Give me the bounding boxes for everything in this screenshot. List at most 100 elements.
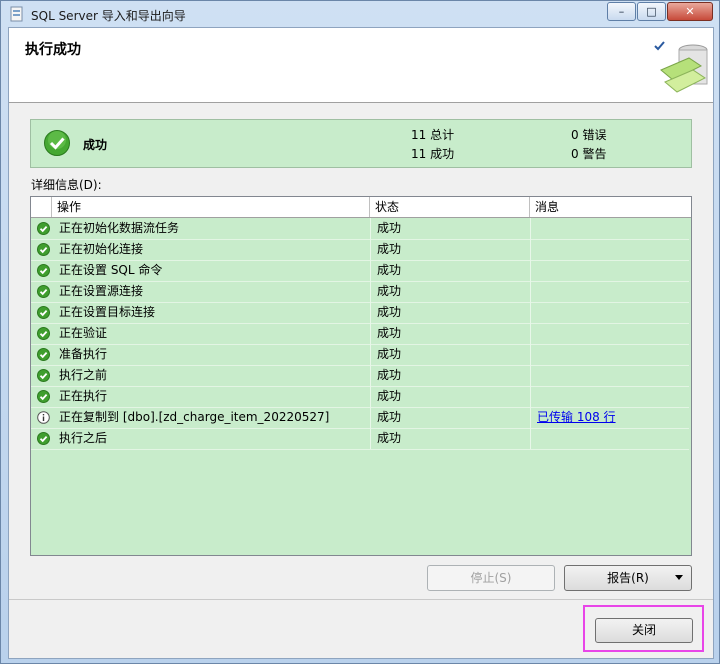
- close-window-button[interactable]: ✕: [667, 2, 713, 21]
- column-separator: [530, 407, 531, 428]
- page-title: 执行成功: [25, 42, 81, 58]
- close-icon: ✕: [685, 5, 695, 18]
- status-cell: 成功: [377, 386, 527, 407]
- status-cell-text: 成功: [377, 410, 402, 424]
- column-separator: [370, 386, 371, 407]
- table-row[interactable]: 正在复制到 [dbo].[zd_charge_item_20220527] 成功 已…: [31, 407, 689, 429]
- status-cell-text: 成功: [377, 389, 402, 403]
- column-separator: [370, 218, 371, 239]
- column-separator: [370, 344, 371, 365]
- stop-button[interactable]: 停止(S): [427, 565, 555, 591]
- operation-cell: 执行之前: [58, 365, 369, 386]
- success-icon: [34, 428, 52, 449]
- success-icon: [34, 344, 52, 365]
- message-column-header[interactable]: 消息: [530, 197, 690, 217]
- table-row[interactable]: 正在初始化数据流任务 成功: [31, 218, 689, 240]
- operation-cell-text: 正在设置 SQL 命令: [59, 263, 163, 277]
- wizard-window: SQL Server 导入和导出向导 – □ ✕ 执行成功 成功 11 总计 1…: [0, 0, 720, 664]
- status-column-header[interactable]: 状态: [370, 197, 530, 217]
- status-cell: 成功: [377, 407, 527, 428]
- warning-count: 0 警告: [571, 147, 607, 161]
- status-cell: 成功: [377, 302, 527, 323]
- success-icon: [34, 218, 52, 239]
- success-icon: [34, 302, 52, 323]
- status-cell-text: 成功: [377, 326, 402, 340]
- op-column-header[interactable]: 操作: [52, 197, 370, 217]
- column-separator: [370, 323, 371, 344]
- column-separator: [530, 386, 531, 407]
- operation-cell: 正在复制到 [dbo].[zd_charge_item_20220527]: [58, 407, 369, 428]
- column-separator: [370, 239, 371, 260]
- message-cell: [537, 323, 687, 344]
- caption-buttons: – □ ✕: [606, 2, 713, 21]
- column-separator: [530, 428, 531, 449]
- table-row[interactable]: 正在执行 成功: [31, 386, 689, 408]
- operation-cell: 正在设置目标连接: [58, 302, 369, 323]
- message-cell: [537, 365, 687, 386]
- table-row[interactable]: 准备执行 成功: [31, 344, 689, 366]
- table-row[interactable]: 正在验证 成功: [31, 323, 689, 345]
- icon-column-header[interactable]: [31, 197, 52, 217]
- column-separator: [370, 281, 371, 302]
- message-cell: [537, 386, 687, 407]
- status-cell: 成功: [377, 428, 527, 449]
- app-icon: [10, 6, 23, 22]
- status-cell: 成功: [377, 365, 527, 386]
- message-cell: [537, 239, 687, 260]
- operation-cell: 正在执行: [58, 386, 369, 407]
- column-separator: [370, 365, 371, 386]
- success-icon: [34, 239, 52, 260]
- success-icon: [34, 260, 52, 281]
- details-grid[interactable]: 操作 状态 消息 正在初始化数据流任务 成功 正在初始化连接 成功 正在设置 SQL 命…: [30, 196, 692, 556]
- footer-divider: [9, 599, 713, 600]
- transferred-rows-link[interactable]: 已传输 108 行: [537, 410, 616, 424]
- column-separator: [530, 344, 531, 365]
- table-row[interactable]: 正在初始化连接 成功: [31, 239, 689, 261]
- details-label: 详细信息(D):: [31, 178, 102, 192]
- message-cell: [537, 260, 687, 281]
- error-count: 0 错误: [571, 128, 607, 142]
- table-row[interactable]: 正在设置 SQL 命令 成功: [31, 260, 689, 282]
- table-row[interactable]: 正在设置源连接 成功: [31, 281, 689, 303]
- operation-cell: 执行之后: [58, 428, 369, 449]
- maximize-button[interactable]: □: [637, 2, 666, 21]
- status-cell: 成功: [377, 344, 527, 365]
- report-button[interactable]: 报告(R): [564, 565, 692, 591]
- summary-status: 成功: [83, 138, 108, 152]
- table-row[interactable]: 执行之前 成功: [31, 365, 689, 387]
- window-title: SQL Server 导入和导出向导: [31, 9, 186, 23]
- table-row[interactable]: 执行之后 成功: [31, 428, 689, 450]
- column-separator: [370, 260, 371, 281]
- status-cell-text: 成功: [377, 431, 402, 445]
- total-count: 11 总计: [411, 128, 455, 142]
- status-cell: 成功: [377, 281, 527, 302]
- success-check-icon: [44, 130, 70, 156]
- success-icon: [34, 365, 52, 386]
- message-cell: 已传输 108 行: [537, 407, 687, 428]
- operation-cell-text: 正在初始化连接: [59, 242, 144, 256]
- dropdown-arrow-icon: [675, 575, 683, 580]
- minimize-icon: –: [618, 5, 625, 18]
- table-row[interactable]: 正在设置目标连接 成功: [31, 302, 689, 324]
- success-icon: [34, 281, 52, 302]
- title-bar[interactable]: SQL Server 导入和导出向导 – □ ✕: [1, 1, 719, 27]
- page-header: 执行成功: [9, 28, 713, 103]
- status-cell-text: 成功: [377, 221, 402, 235]
- column-separator: [370, 407, 371, 428]
- message-cell: [537, 281, 687, 302]
- success-count: 11 成功: [411, 147, 455, 161]
- column-separator: [530, 260, 531, 281]
- operation-cell: 正在验证: [58, 323, 369, 344]
- success-icon: [34, 386, 52, 407]
- info-icon: [34, 407, 52, 428]
- status-cell: 成功: [377, 323, 527, 344]
- status-cell-text: 成功: [377, 284, 402, 298]
- status-cell: 成功: [377, 239, 527, 260]
- close-button[interactable]: 关闭: [595, 618, 693, 643]
- status-cell-text: 成功: [377, 242, 402, 256]
- summary-panel: 成功 11 总计 11 成功 0 错误 0 警告: [30, 119, 692, 168]
- message-cell: [537, 344, 687, 365]
- minimize-button[interactable]: –: [607, 2, 636, 21]
- success-icon: [34, 323, 52, 344]
- column-separator: [530, 239, 531, 260]
